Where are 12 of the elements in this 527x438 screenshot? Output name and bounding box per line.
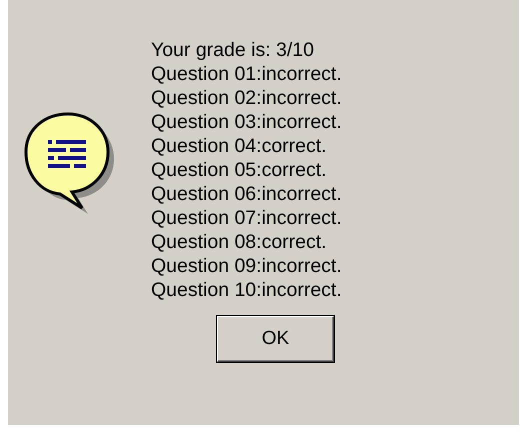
message-line: Question 04:correct. xyxy=(151,134,328,158)
message-line: Question 07:incorrect. xyxy=(151,206,342,230)
message-line: Question 02:incorrect. xyxy=(151,86,342,110)
message-line: Question 06:incorrect. xyxy=(151,182,342,206)
message-line: Question 03:incorrect. xyxy=(151,110,342,134)
ok-button[interactable]: OK xyxy=(217,316,334,362)
message-line: Question 08:correct. xyxy=(151,230,328,254)
message-line: Question 05:correct. xyxy=(151,158,328,182)
message-line: Your grade is: 3/10 xyxy=(151,38,315,62)
message-line: Question 09:incorrect. xyxy=(151,254,342,278)
message-line: Question 01:incorrect. xyxy=(151,62,342,86)
message-line: Question 10:incorrect. xyxy=(151,278,342,302)
